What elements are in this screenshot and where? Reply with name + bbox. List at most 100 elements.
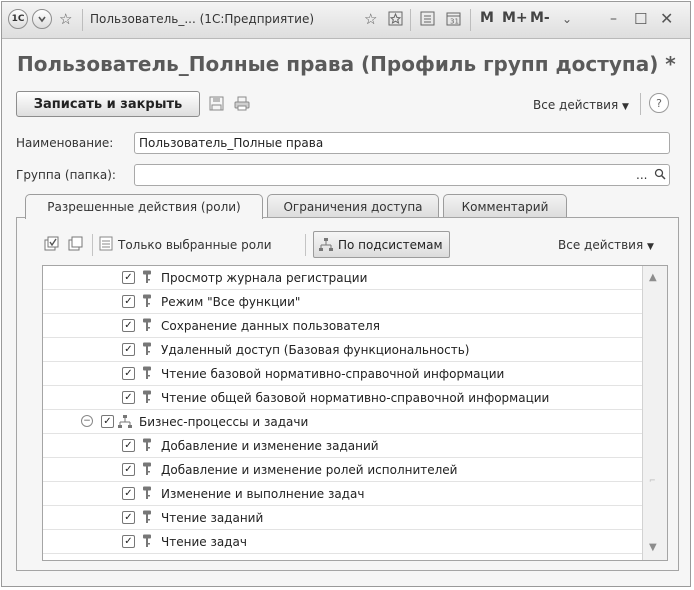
role-checkbox[interactable]: ✓ [122,463,135,476]
maximize-icon[interactable]: ☐ [634,11,647,27]
form-window: 1C ☆ Пользователь_... (1С:Предприятие) ☆… [1,1,691,587]
scroll-down-icon[interactable]: ▼ [649,542,657,553]
tree-row[interactable]: ✓ Чтение задач [43,530,643,554]
1c-logo-icon[interactable]: 1C [8,9,28,29]
minimize-icon[interactable]: – [610,11,617,27]
group-label: Группа (папка): [16,168,116,182]
roles-tree[interactable]: ✓ Просмотр журнала регистрации ✓ Режим "Все… [42,265,668,561]
memory-plus-button[interactable]: M+ [502,10,528,26]
print-icon[interactable] [234,96,250,112]
memory-minus-button[interactable]: M- [530,10,550,26]
tab-comment[interactable]: Комментарий [443,194,567,218]
tree-row[interactable]: ✓ Чтение базовой нормативно-справочной ин… [43,362,643,386]
calendar-icon[interactable]: 31 [446,11,461,29]
collapse-icon[interactable]: − [81,415,93,427]
add-to-favorites-icon[interactable]: ☆ [364,11,377,27]
group-label: Бизнес-процессы и задачи [139,415,309,429]
role-key-icon [142,366,152,384]
tree-row[interactable]: ✓ Сохранение данных пользователя [43,314,643,338]
all-actions-label: Все действия [533,98,619,112]
role-checkbox[interactable]: ✓ [122,271,135,284]
close-icon[interactable]: ✕ [660,11,673,27]
check-all-icon[interactable] [44,236,60,255]
memory-button[interactable]: M [480,10,494,26]
name-label: Наименование: [16,136,114,150]
group-select-button[interactable]: ... [636,164,647,186]
role-label: Сохранение данных пользователя [161,319,380,333]
name-field[interactable]: Пользователь_Полные права [134,132,670,154]
only-selected-roles-button[interactable]: Только выбранные роли [118,238,272,252]
tree-row[interactable]: ✓ Режим "Все функции" [43,290,643,314]
role-checkbox[interactable]: ✓ [101,415,114,428]
svg-text:31: 31 [450,18,459,26]
role-key-icon [142,534,152,552]
role-label: Удаленный доступ (Базовая функциональнос… [161,343,470,357]
title-separator [470,9,471,31]
role-checkbox[interactable]: ✓ [122,487,135,500]
by-subsystems-button[interactable]: По подсистемам [313,231,450,258]
role-checkbox[interactable]: ✓ [122,391,135,404]
scroll-up-icon[interactable]: ▲ [649,272,657,283]
role-checkbox[interactable]: ✓ [122,295,135,308]
save-icon[interactable] [208,96,224,112]
tree-group-row[interactable]: − ✓ Бизнес-процессы и задачи [43,410,643,434]
tab-allowed-actions[interactable]: Разрешенные действия (роли) [25,194,263,219]
role-label: Изменение и выполнение задач [161,487,365,501]
tree-row[interactable]: ✓ Просмотр журнала регистрации [43,266,643,290]
save-and-close-button[interactable]: Записать и закрыть [16,91,200,117]
group-field[interactable] [134,164,670,186]
role-label: Добавление и изменение заданий [161,439,379,453]
role-key-icon [142,390,152,408]
role-label: Режим "Все функции" [161,295,301,309]
all-actions-menu[interactable]: Все действия ▼ [533,98,629,112]
role-checkbox[interactable]: ✓ [122,535,135,548]
tree-row[interactable]: ✓ Добавление и изменение ролей исполнител… [43,458,643,482]
role-label: Просмотр журнала регистрации [161,271,368,285]
role-key-icon [142,270,152,288]
uncheck-all-icon[interactable] [68,236,84,255]
role-key-icon [142,510,152,528]
title-bar: 1C ☆ Пользователь_... (1С:Предприятие) ☆… [2,2,690,39]
scroll-thumb[interactable]: ⌐ [649,476,656,485]
role-checkbox[interactable]: ✓ [122,367,135,380]
toolbar-separator [305,234,306,256]
role-key-icon [142,294,152,312]
role-label: Чтение задач [161,535,247,549]
by-subsystems-label: По подсистемам [338,237,443,252]
tab-access-restrictions[interactable]: Ограничения доступа [267,194,439,218]
roles-all-actions-menu[interactable]: Все действия ▼ [558,238,654,252]
role-key-icon [142,318,152,336]
dropdown-arrow-icon: ▼ [622,102,629,112]
role-checkbox[interactable]: ✓ [122,511,135,524]
help-button[interactable]: ? [649,93,669,113]
list-icon[interactable] [99,236,113,254]
role-checkbox[interactable]: ✓ [122,439,135,452]
role-label: Чтение общей базовой нормативно-справочн… [161,391,550,405]
dropdown-arrow-icon: ▼ [647,242,654,252]
role-label: Чтение базовой нормативно-справочной инф… [161,367,505,381]
page-title: Пользователь_Полные права (Профиль групп… [17,52,676,76]
role-label: Добавление и изменение ролей исполнителе… [161,463,458,477]
chevron-down-icon[interactable]: ⌄ [562,11,572,27]
back-icon[interactable] [32,9,52,29]
favorite-star-icon[interactable]: ☆ [59,11,72,27]
title-separator [82,9,83,31]
subsystem-icon [117,414,133,434]
role-label: Чтение заданий [161,511,264,525]
tree-row[interactable]: ✓ Удаленный доступ (Базовая функционально… [43,338,643,362]
search-icon[interactable] [654,164,666,186]
role-checkbox[interactable]: ✓ [122,343,135,356]
role-key-icon [142,342,152,360]
role-checkbox[interactable]: ✓ [122,319,135,332]
vertical-scrollbar[interactable]: ▲ ⌐ ▼ [642,266,667,560]
tree-row[interactable]: ✓ Изменение и выполнение задач [43,482,643,506]
tree-row[interactable]: ✓ Добавление и изменение заданий [43,434,643,458]
tree-row[interactable]: ✓ Чтение общей базовой нормативно-справоч… [43,386,643,410]
tree-row[interactable]: ✓ Чтение заданий [43,506,643,530]
window-title: Пользователь_... (1С:Предприятие) [90,12,315,26]
toolbar-separator [640,93,641,115]
hierarchy-icon [318,237,334,253]
favorites-list-icon[interactable] [388,11,403,29]
calculator-icon[interactable] [420,11,435,29]
toolbar-separator [92,234,93,256]
